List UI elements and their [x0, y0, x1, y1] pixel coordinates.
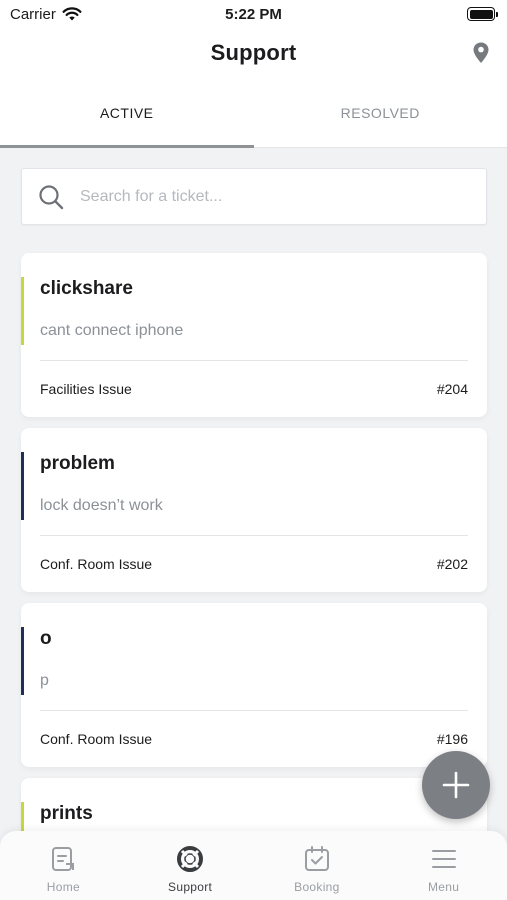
ticket-accent-bar	[21, 627, 24, 695]
search-input[interactable]	[80, 187, 486, 206]
search-icon	[39, 184, 64, 209]
nav-home-label: Home	[46, 880, 80, 894]
ticket-description: p	[40, 672, 49, 689]
ticket-divider	[40, 710, 468, 711]
ticket-title: prints	[40, 803, 93, 824]
nav-booking[interactable]: Booking	[254, 831, 381, 900]
nav-home[interactable]: Home	[0, 831, 127, 900]
ticket-accent-bar	[21, 452, 24, 520]
ticket-title: o	[40, 628, 52, 649]
tab-active[interactable]: ACTIVE	[0, 78, 254, 148]
tab-resolved[interactable]: RESOLVED	[254, 78, 507, 147]
home-document-icon	[52, 847, 75, 871]
menu-icon	[431, 850, 456, 868]
search-bar[interactable]	[21, 168, 487, 225]
nav-booking-label: Booking	[294, 880, 340, 894]
plus-icon	[442, 771, 470, 799]
ticket-description: lock doesn’t work	[40, 497, 163, 514]
ticket-description: cant connect iphone	[40, 322, 184, 339]
header: Support	[0, 28, 507, 78]
ticket-number: #196	[436, 731, 468, 747]
ticket-divider	[40, 360, 468, 361]
ticket-divider	[40, 535, 468, 536]
ticket-card[interactable]: problem lock doesn’t work Conf. Room Iss…	[21, 428, 487, 592]
calendar-check-icon	[304, 846, 329, 871]
ticket-accent-bar	[21, 277, 24, 345]
wifi-icon	[62, 6, 82, 20]
ticket-number: #202	[436, 556, 468, 572]
ticket-title: problem	[40, 453, 115, 474]
ticket-card[interactable]: clickshare cant connect iphone Facilitie…	[21, 253, 487, 417]
ticket-number: #204	[436, 381, 468, 397]
bottom-nav: Home Support Booking Menu	[0, 831, 507, 900]
lifebuoy-icon	[177, 846, 204, 872]
nav-support[interactable]: Support	[127, 831, 254, 900]
nav-support-label: Support	[168, 880, 213, 894]
support-screen: Carrier 5:22 PM Support ACTIVE RESOLVED	[0, 0, 507, 900]
ticket-category: Facilities Issue	[40, 381, 132, 397]
nav-menu[interactable]: Menu	[380, 831, 507, 900]
carrier-label: Carrier	[10, 5, 56, 23]
nav-menu-label: Menu	[428, 880, 460, 894]
ticket-category: Conf. Room Issue	[40, 556, 153, 572]
page-title: Support	[210, 40, 297, 65]
ticket-card[interactable]: o p Conf. Room Issue #196	[21, 603, 487, 767]
ticket-category: Conf. Room Issue	[40, 731, 153, 747]
location-pin-icon[interactable]	[471, 41, 491, 65]
battery-icon	[467, 7, 498, 21]
ticket-tabs: ACTIVE RESOLVED	[0, 78, 507, 148]
status-bar: Carrier 5:22 PM	[0, 0, 507, 28]
add-ticket-button[interactable]	[422, 751, 490, 819]
ticket-title: clickshare	[40, 278, 133, 299]
